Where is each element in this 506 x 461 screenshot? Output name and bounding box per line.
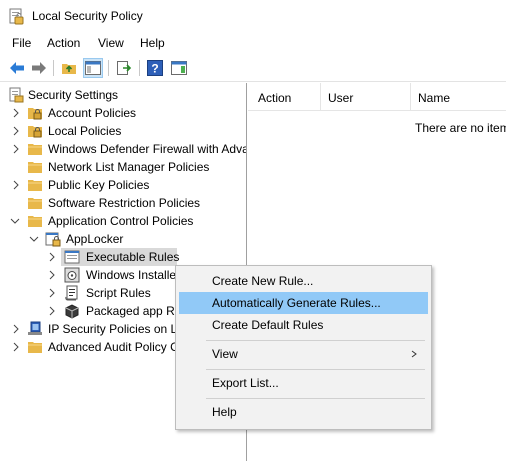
menu-help[interactable]: Help — [140, 36, 165, 50]
executable-rules-icon — [64, 250, 80, 264]
toolbar-separator — [53, 60, 54, 76]
chevron-right-icon[interactable] — [11, 341, 21, 353]
menu-item-help[interactable]: Help — [179, 401, 428, 423]
tree-item-account-policies[interactable]: Account Policies — [0, 104, 246, 122]
back-arrow-icon — [10, 62, 24, 74]
tree-item-public-key-policies[interactable]: Public Key Policies — [0, 176, 246, 194]
folder-icon — [28, 162, 42, 173]
folder-icon — [28, 342, 42, 353]
tree-item-executable-rules[interactable]: Executable Rules — [0, 248, 246, 266]
title-bar: Local Security Policy — [0, 0, 506, 32]
tree-item-windows-defender-firewall[interactable]: Windows Defender Firewall with Adva — [0, 140, 246, 158]
tree-item-software-restriction[interactable]: Software Restriction Policies — [0, 194, 246, 212]
chevron-right-icon[interactable] — [47, 305, 57, 317]
menu-item-create-default-rules[interactable]: Create Default Rules — [179, 314, 428, 336]
menu-file[interactable]: File — [12, 36, 31, 50]
menu-separator — [206, 398, 425, 399]
chevron-right-icon[interactable] — [47, 251, 57, 263]
menu-item-view[interactable]: View — [179, 343, 428, 365]
chevron-right-icon[interactable] — [11, 323, 21, 335]
folder-lock-icon — [28, 108, 42, 120]
folder-icon — [28, 180, 42, 191]
tree-item-applocker[interactable]: AppLocker — [0, 230, 246, 248]
column-header-action[interactable]: Action — [258, 91, 291, 105]
script-icon — [65, 285, 78, 301]
chevron-right-icon[interactable] — [11, 125, 21, 137]
tree-item-network-list-manager[interactable]: Network List Manager Policies — [0, 158, 246, 176]
forward-arrow-icon — [32, 62, 46, 74]
folder-icon — [28, 144, 42, 155]
export-list-button[interactable] — [114, 58, 134, 78]
forward-button[interactable] — [29, 58, 49, 78]
help-icon: ? — [147, 60, 163, 76]
chevron-right-icon[interactable] — [47, 269, 57, 281]
chevron-right-icon[interactable] — [47, 287, 57, 299]
column-header-user[interactable]: User — [328, 91, 353, 105]
chevron-right-icon[interactable] — [11, 107, 21, 119]
menu-item-export-list[interactable]: Export List... — [179, 372, 428, 394]
ip-security-icon — [28, 321, 42, 335]
submenu-arrow-icon — [411, 350, 417, 358]
svg-text:?: ? — [151, 62, 158, 76]
up-one-level-button[interactable] — [59, 58, 79, 78]
chevron-down-icon[interactable] — [29, 233, 39, 245]
tree-item-security-settings[interactable]: Security Settings — [0, 86, 246, 104]
menu-action[interactable]: Action — [47, 36, 80, 50]
menu-item-create-new-rule[interactable]: Create New Rule... — [179, 270, 428, 292]
chevron-right-icon[interactable] — [11, 143, 21, 155]
folder-icon — [28, 198, 42, 209]
show-hide-console-tree-button[interactable] — [83, 58, 103, 78]
security-settings-icon — [9, 87, 24, 103]
chevron-right-icon[interactable] — [11, 179, 21, 191]
context-menu: Create New Rule... Automatically Generat… — [175, 265, 432, 430]
export-list-icon — [117, 61, 132, 75]
console-tree-icon — [85, 61, 101, 75]
column-header-name[interactable]: Name — [418, 91, 450, 105]
installer-icon — [64, 267, 80, 283]
column-divider[interactable] — [320, 83, 321, 111]
menu-view[interactable]: View — [98, 36, 124, 50]
applocker-icon — [45, 232, 61, 247]
folder-up-icon — [62, 64, 76, 74]
toolbar-separator — [139, 60, 140, 76]
action-pane-icon — [171, 61, 187, 75]
back-button[interactable] — [7, 58, 27, 78]
toolbar-separator — [108, 60, 109, 76]
empty-list-message: There are no item — [415, 121, 506, 135]
package-icon — [65, 304, 79, 319]
list-header: Action User Name — [248, 83, 506, 111]
column-divider[interactable] — [410, 83, 411, 111]
menu-item-automatically-generate-rules[interactable]: Automatically Generate Rules... — [179, 292, 428, 314]
chevron-down-icon[interactable] — [10, 215, 20, 227]
folder-lock-icon — [28, 126, 42, 138]
menu-bar: File Action View Help — [0, 32, 506, 54]
help-button[interactable]: ? — [145, 58, 165, 78]
show-hide-action-pane-button[interactable] — [169, 58, 189, 78]
menu-separator — [206, 369, 425, 370]
toolbar: ? — [0, 54, 506, 82]
tree-item-application-control[interactable]: Application Control Policies — [0, 212, 246, 230]
menu-separator — [206, 340, 425, 341]
tree-item-local-policies[interactable]: Local Policies — [0, 122, 246, 140]
window-title: Local Security Policy — [32, 9, 143, 23]
local-security-policy-icon — [9, 8, 24, 25]
folder-icon — [28, 216, 42, 227]
